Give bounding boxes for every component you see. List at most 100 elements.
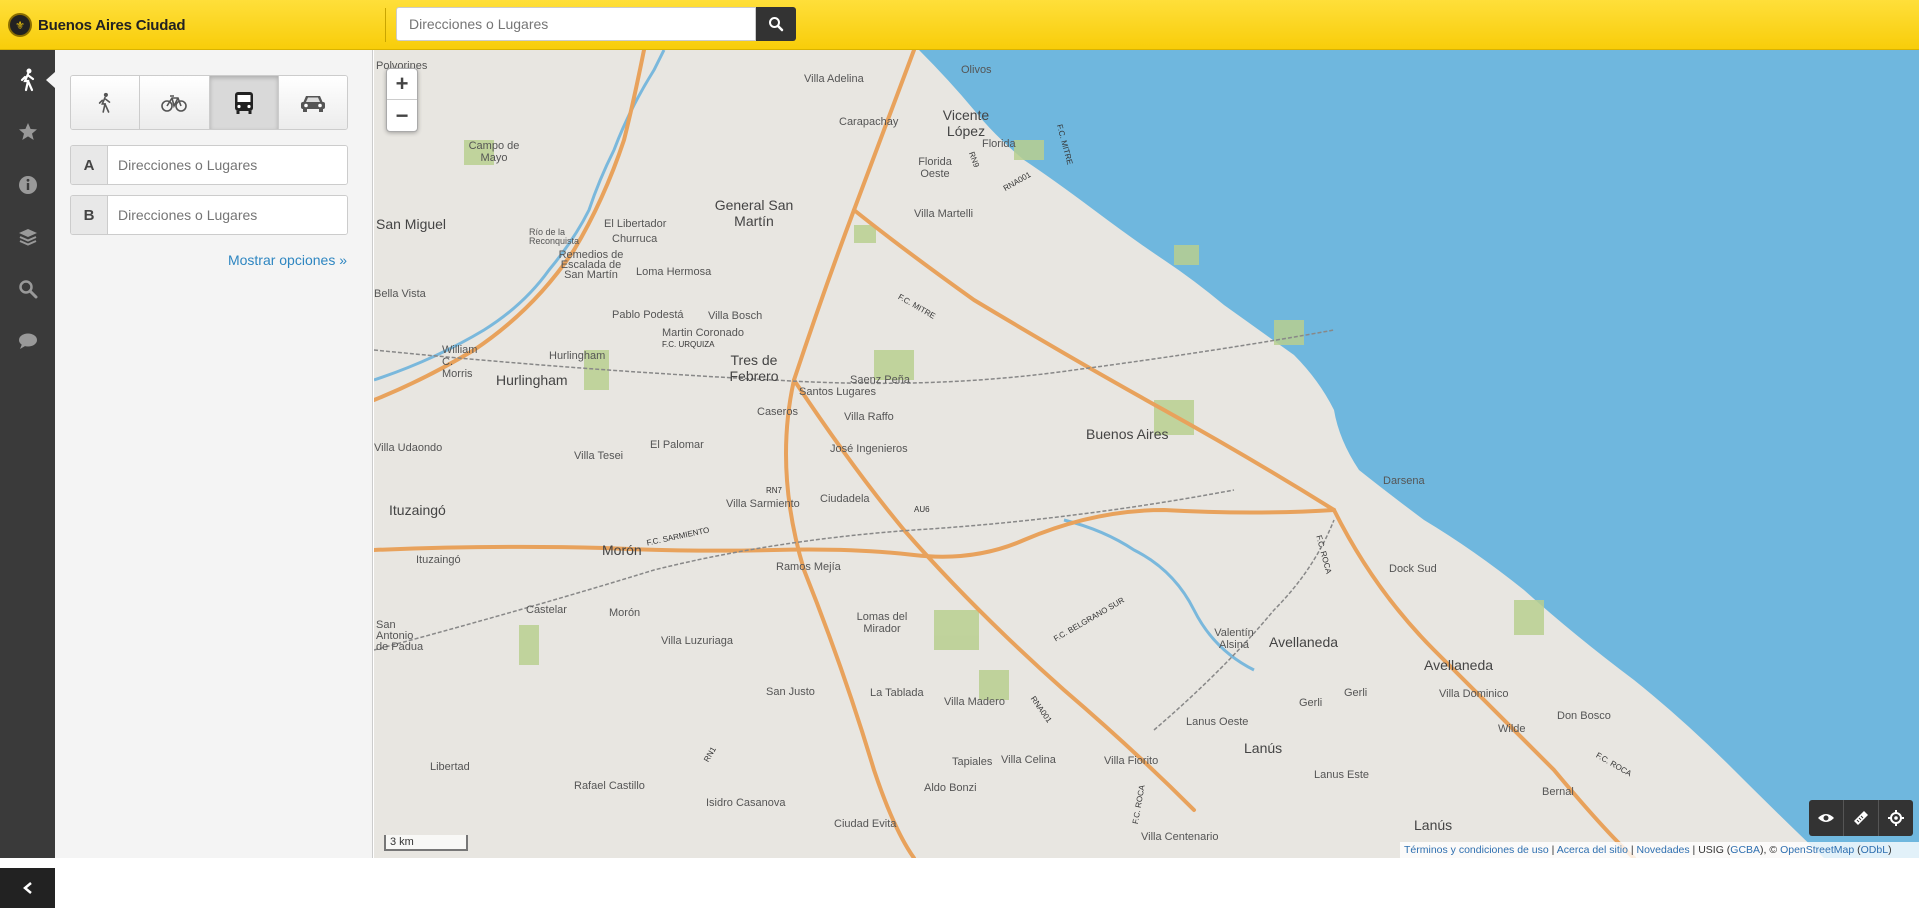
place-label: Tapiales	[952, 756, 993, 768]
place-label: La Tablada	[870, 687, 924, 699]
place-label: Martin Coronado	[662, 327, 744, 339]
destination-input[interactable]	[108, 196, 347, 234]
search-icon	[18, 280, 37, 299]
rail-item-feedback[interactable]	[0, 319, 55, 363]
walk-icon	[98, 92, 111, 113]
sidebar-rail	[0, 50, 55, 908]
map-tools	[1809, 800, 1913, 836]
brand-logo[interactable]: ⚜ Buenos Aires Ciudad	[8, 12, 186, 38]
mode-car-button[interactable]	[278, 76, 347, 129]
place-label: Hurlingham	[549, 350, 606, 362]
place-label: Río de la Reconquista	[529, 227, 580, 246]
place-label: Bella Vista	[374, 288, 426, 300]
place-label: Florida Oeste	[918, 156, 952, 180]
place-label: Pablo Podestá	[612, 309, 684, 321]
eye-icon	[1818, 814, 1834, 822]
measure-button[interactable]	[1844, 800, 1879, 836]
place-label: Ciudad Evita	[834, 818, 897, 830]
place-label: Gerli	[1344, 687, 1368, 699]
place-label: Wilde	[1498, 723, 1526, 735]
crosshair-icon	[1888, 810, 1904, 826]
place-label: Remedios de Escalada de San Martín	[558, 249, 624, 281]
place-label: Villa Fiorito	[1104, 755, 1159, 767]
place-label: Hurlingham	[496, 372, 568, 388]
map-canvas[interactable]: San Miguel Hurlingham Hurlingham General…	[374, 50, 1919, 858]
place-label: Morón	[609, 607, 641, 619]
city-seal-icon: ⚜	[8, 13, 32, 37]
mode-bus-button[interactable]	[209, 76, 279, 129]
chat-icon	[18, 333, 37, 349]
divider	[385, 8, 386, 42]
place-label: Dock Sud	[1389, 563, 1437, 575]
transport-mode-selector	[70, 75, 348, 130]
odbl-link[interactable]: ODbL	[1861, 844, 1888, 856]
origin-label: A	[71, 146, 108, 184]
place-label: Olivos	[961, 64, 992, 76]
place-label: Isidro Casanova	[706, 797, 786, 809]
map-attribution: Términos y condiciones de uso | Acerca d…	[1400, 842, 1919, 858]
origin-input[interactable]	[108, 146, 347, 184]
osm-link[interactable]: OpenStreetMap	[1780, 844, 1854, 856]
place-label: Lomas del Mirador	[856, 611, 908, 635]
place-label: Bernal	[1542, 786, 1574, 798]
collapse-panel-button[interactable]	[0, 868, 55, 908]
place-label: San Antonio de Padua	[376, 619, 424, 653]
rail-item-info[interactable]	[0, 163, 55, 207]
about-link[interactable]: Acerca del sitio	[1557, 844, 1628, 856]
place-label: Gerli	[1299, 697, 1323, 709]
place-label: Campo de Mayo	[468, 140, 520, 164]
place-label: San Justo	[766, 686, 815, 698]
place-label: Carapachay	[839, 116, 899, 128]
more-options-link[interactable]: Mostrar opciones »	[228, 252, 347, 268]
place-label: Villa Martelli	[914, 208, 974, 220]
place-label: Tres de Febrero	[729, 352, 779, 384]
road-label: AU6	[914, 505, 930, 514]
mode-walk-button[interactable]	[71, 76, 141, 129]
place-label: José Ingenieros	[830, 443, 908, 455]
search-button[interactable]	[756, 7, 796, 41]
rail-item-directions[interactable]	[0, 58, 55, 102]
zoom-control: + −	[386, 68, 418, 132]
place-label: General San Martín	[714, 197, 794, 229]
layers-icon	[18, 229, 37, 246]
view-toggle-button[interactable]	[1809, 800, 1844, 836]
place-label: Churruca	[612, 233, 658, 245]
road-label: RN7	[766, 486, 783, 495]
place-label: Rafael Castillo	[574, 780, 645, 792]
news-link[interactable]: Novedades	[1637, 844, 1690, 856]
place-label: Avellaneda	[1424, 657, 1494, 673]
place-label: William C. Morris	[442, 344, 478, 380]
place-label: Ciudadela	[820, 493, 870, 505]
bike-icon	[161, 94, 188, 112]
search-input[interactable]	[396, 7, 756, 41]
place-label: Villa Sarmiento	[726, 498, 800, 510]
usig-text: USIG	[1698, 844, 1724, 856]
locate-button[interactable]	[1879, 800, 1913, 836]
rail-item-search[interactable]	[0, 267, 55, 311]
rail-item-favorites[interactable]	[0, 110, 55, 154]
place-label: Libertad	[430, 761, 470, 773]
rail-item-layers[interactable]	[0, 215, 55, 259]
zoom-in-button[interactable]: +	[387, 69, 417, 100]
place-label: Santos Lugares	[799, 386, 877, 398]
place-label: El Libertador	[604, 218, 667, 230]
terms-link[interactable]: Términos y condiciones de uso	[1404, 844, 1549, 856]
place-label: Don Bosco	[1557, 710, 1611, 722]
scale-bar: 3 km	[384, 835, 468, 851]
place-label: Villa Luzuriaga	[661, 635, 733, 647]
car-icon	[300, 95, 325, 112]
bus-icon	[234, 91, 253, 114]
gcba-link[interactable]: GCBA	[1730, 844, 1760, 856]
place-label: Buenos Aires	[1086, 426, 1169, 442]
place-label: Vicente López	[942, 107, 990, 139]
mode-bike-button[interactable]	[140, 76, 210, 129]
place-label: Caseros	[757, 406, 798, 418]
place-label: Lanús	[1244, 740, 1283, 756]
place-label: Ituzaingó	[416, 554, 461, 566]
destination-label: B	[71, 196, 108, 234]
directions-panel: A B Mostrar opciones »	[55, 50, 373, 858]
zoom-out-button[interactable]: −	[387, 100, 417, 131]
place-label: Villa Adelina	[804, 73, 864, 85]
place-label: San Miguel	[376, 216, 447, 232]
place-label: Avellaneda	[1269, 634, 1339, 650]
